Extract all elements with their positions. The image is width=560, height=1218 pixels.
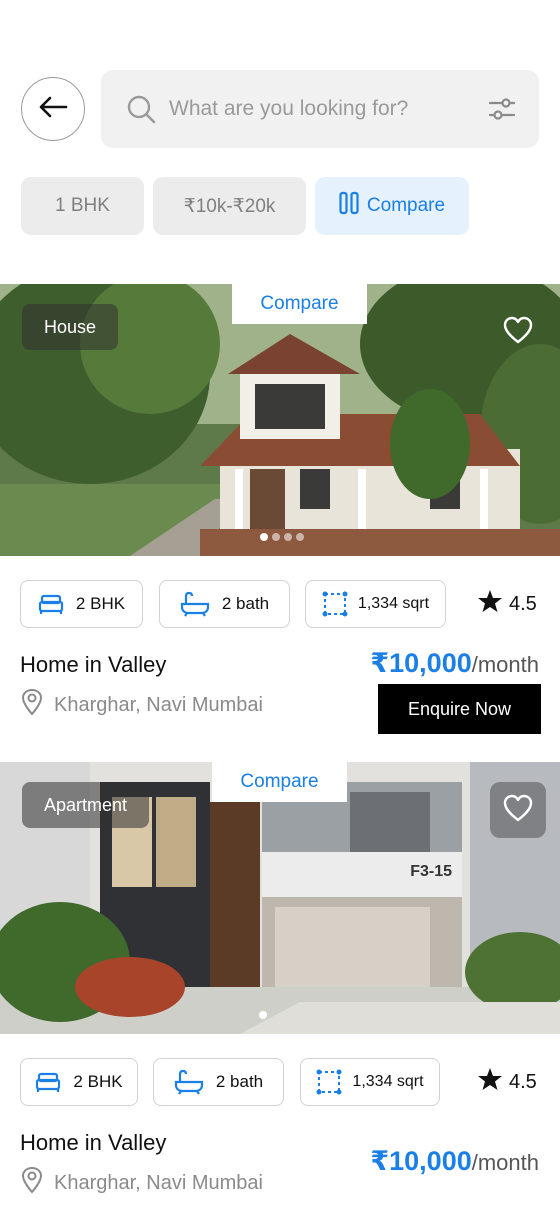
area-icon [322,591,348,617]
favorite-button[interactable] [490,782,546,838]
star-icon [477,1067,503,1097]
area-spec: 1,334 sqrt [300,1058,440,1106]
property-type-label: Apartment [44,794,128,815]
carousel-dot[interactable] [284,533,292,541]
location-pin-icon [20,688,44,722]
chip-bhk[interactable]: 1 BHK [21,177,144,235]
chip-bhk-label: 1 BHK [55,195,110,216]
rating-value: 4.5 [509,1070,537,1093]
compare-tag[interactable]: Compare [232,284,367,324]
building-sign: F3-15 [410,863,452,880]
area-label: 1,334 sqrt [352,1073,424,1090]
enquire-now-button[interactable]: Enquire Now [378,684,541,734]
listing-price: ₹10,000 /month [370,648,539,679]
price-amount: ₹10,000 [370,1146,472,1176]
heart-icon [503,316,533,349]
chip-price-label: ₹10k-₹20k [183,195,276,217]
carousel-dots [260,533,304,541]
search-input[interactable] [169,97,487,121]
rating-value: 4.5 [509,592,537,615]
area-icon [316,1069,342,1095]
compare-tag-label: Compare [240,771,319,792]
chip-compare-label: Compare [366,195,446,216]
compare-tag[interactable]: Compare [212,762,347,802]
listing-card[interactable]: House Compare 2 BHK 2 bath 1,334 sqrt 4.… [0,284,560,744]
listing-location: Kharghar, Navi Mumbai [20,1166,263,1200]
price-period: /month [471,1150,539,1175]
favorite-button[interactable] [490,304,546,360]
carousel-dot[interactable] [296,533,304,541]
location-label: Kharghar, Navi Mumbai [54,693,263,716]
rating: 4.5 [477,589,537,619]
bed-icon [35,1071,61,1093]
arrow-left-icon [38,95,68,124]
baths-spec: 2 bath [159,580,290,628]
sliders-icon[interactable] [487,94,517,124]
chip-price-range[interactable]: ₹10k-₹20k [153,177,306,235]
property-type-label: House [44,316,97,337]
search-bar[interactable] [101,70,539,148]
location-pin-icon [20,1166,44,1200]
star-icon [477,589,503,619]
price-amount: ₹10,000 [370,648,472,678]
carousel-dots [259,1011,267,1019]
carousel-dot[interactable] [259,1011,267,1019]
baths-label: 2 bath [221,594,270,613]
property-type-tag: Apartment [22,782,150,828]
beds-spec: 2 BHK [20,1058,138,1106]
beds-label: 2 BHK [73,1072,123,1091]
carousel-dot[interactable] [260,533,268,541]
listing-price: ₹10,000 /month [370,1146,539,1177]
listing-photo[interactable]: House Compare [0,284,560,556]
property-type-tag: House [22,304,119,350]
location-label: Kharghar, Navi Mumbai [54,1171,263,1194]
listing-photo[interactable]: F3-15 Apartment Compare [0,762,560,1034]
listing-title: Home in Valley [20,652,167,677]
compare-columns-icon [339,191,359,221]
compare-tag-label: Compare [260,293,339,314]
area-spec: 1,334 sqrt [305,580,446,628]
rating: 4.5 [477,1067,537,1097]
listing-title: Home in Valley [20,1130,167,1155]
baths-label: 2 bath [215,1072,264,1091]
heart-icon [503,794,533,827]
beds-spec: 2 BHK [20,580,143,628]
area-label: 1,334 sqrt [357,595,430,612]
beds-label: 2 BHK [75,594,126,613]
search-icon [125,93,157,125]
back-button[interactable] [21,77,85,141]
baths-spec: 2 bath [153,1058,284,1106]
listing-card[interactable]: F3-15 Apartment Compare 2 BHK 2 bath 1,3… [0,762,560,1218]
bathtub-icon [174,1069,204,1095]
price-period: /month [471,652,539,677]
bathtub-icon [180,591,210,617]
chip-compare[interactable]: Compare [315,177,469,235]
listing-location: Kharghar, Navi Mumbai [20,688,263,722]
bed-icon [38,593,64,615]
carousel-dot[interactable] [272,533,280,541]
